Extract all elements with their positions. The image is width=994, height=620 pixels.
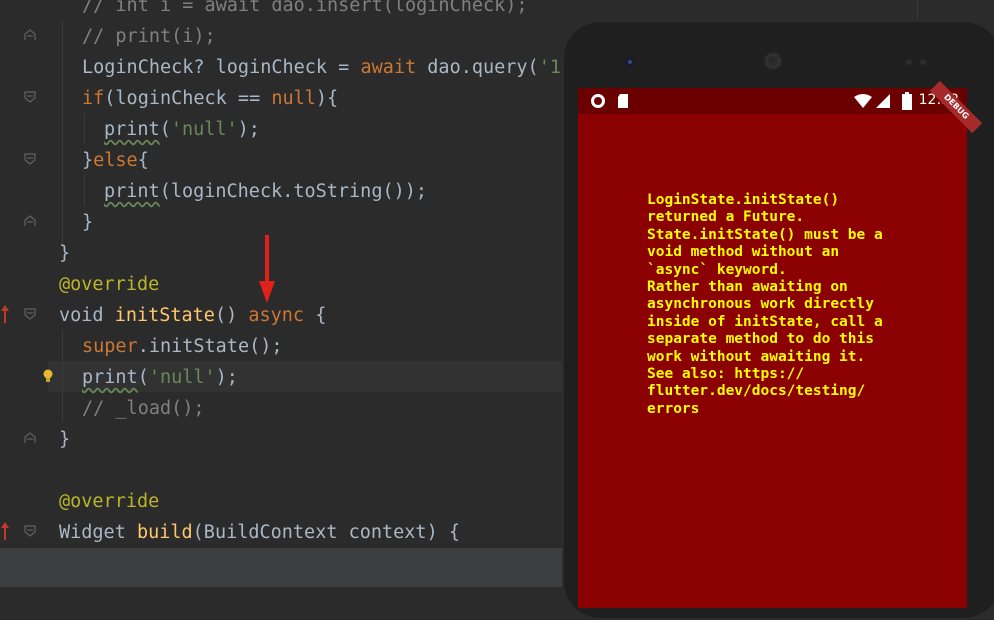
code-token: else	[93, 150, 138, 171]
code-token: }	[82, 150, 94, 171]
code-token: // int i = await dao.insert(loginCheck);	[82, 0, 528, 16]
code-line[interactable]: if(loginCheck == null){	[82, 83, 338, 114]
code-token: super	[82, 336, 138, 357]
code-token: 'null'	[170, 119, 238, 140]
battery-icon	[902, 92, 912, 110]
code-token: (	[137, 367, 149, 388]
code-token: dao.query(	[416, 57, 539, 78]
code-line[interactable]: print('null');	[104, 114, 260, 145]
code-token: build	[136, 522, 193, 543]
record-icon	[591, 94, 605, 108]
editor-gutter	[0, 0, 48, 587]
code-token: {	[137, 150, 149, 171]
code-token: }	[59, 243, 71, 264]
code-line[interactable]: @override	[59, 486, 159, 517]
wifi-icon	[854, 94, 872, 108]
code-token: // print(i);	[82, 26, 216, 47]
code-line[interactable]: Widget build(BuildContext context) {	[59, 517, 460, 548]
fold-start-icon[interactable]	[24, 153, 36, 165]
status-bar: 12:32	[578, 88, 967, 114]
code-line[interactable]: }else{	[82, 145, 149, 176]
fold-end-icon[interactable]	[24, 215, 36, 227]
code-line[interactable]: }	[59, 424, 70, 455]
code-line[interactable]: // print(i);	[82, 21, 216, 52]
code-token: (	[159, 119, 171, 140]
indent-guide	[62, 20, 63, 246]
sd-card-icon	[618, 94, 628, 108]
fold-end-icon[interactable]	[24, 29, 36, 41]
code-token: {	[304, 305, 327, 326]
code-line[interactable]: // int i = await dao.insert(loginCheck);	[82, 0, 528, 21]
code-token: .initState();	[137, 336, 283, 357]
indent-guide	[84, 175, 85, 206]
red-arrow-annotation	[259, 235, 275, 303]
code-token: print	[104, 119, 160, 140]
code-line[interactable]: }	[82, 207, 93, 238]
fold-start-icon[interactable]	[24, 525, 36, 537]
code-line[interactable]: }	[59, 238, 70, 269]
signal-icon	[876, 94, 890, 108]
code-token: // _load();	[82, 398, 205, 419]
code-token: @override	[59, 491, 160, 512]
code-token: null	[271, 88, 316, 109]
code-line[interactable]: LoginCheck? loginCheck = await dao.query…	[82, 52, 572, 83]
code-token: (loginCheck.toString());	[159, 181, 428, 202]
code-token: Widget	[59, 522, 137, 543]
code-token: void	[59, 305, 115, 326]
code-line[interactable]: print('null');	[82, 362, 238, 393]
code-token: async	[248, 305, 305, 326]
code-token: }	[82, 212, 94, 233]
code-token: 'null'	[148, 367, 216, 388]
override-up-arrow-icon[interactable]	[0, 304, 10, 324]
code-token: ()	[214, 305, 249, 326]
code-token: (loginCheck ==	[104, 88, 272, 109]
code-line[interactable]: // _load();	[82, 393, 205, 424]
code-token: LoginCheck? loginCheck =	[82, 57, 361, 78]
code-token: print	[104, 181, 160, 202]
fold-end-icon[interactable]	[24, 432, 36, 444]
code-token: await	[360, 57, 417, 78]
indent-guide	[62, 330, 63, 422]
sensor-icon	[906, 59, 926, 65]
code-token: @override	[59, 274, 160, 295]
code-token: );	[237, 119, 260, 140]
code-line[interactable]: super.initState();	[82, 331, 283, 362]
code-token: if	[82, 88, 105, 109]
error-message: LoginState.initState() returned a Future…	[647, 192, 883, 417]
fold-start-icon[interactable]	[24, 308, 36, 320]
code-line[interactable]: void initState() async {	[59, 300, 326, 331]
code-token: initState	[114, 305, 215, 326]
indent-guide	[84, 113, 85, 144]
code-token: (BuildContext context) {	[192, 522, 460, 543]
fold-start-icon[interactable]	[24, 91, 36, 103]
code-line[interactable]: print(loginCheck.toString());	[104, 176, 427, 207]
code-token: );	[215, 367, 238, 388]
code-token: print	[82, 367, 138, 388]
lightbulb-icon[interactable]	[42, 368, 54, 384]
override-up-arrow-icon[interactable]	[0, 521, 10, 541]
code-line[interactable]: @override	[59, 269, 159, 300]
code-token: ){	[315, 88, 339, 109]
code-token: }	[59, 429, 71, 450]
speaker-grille-icon	[764, 52, 782, 70]
front-camera-icon	[625, 57, 635, 67]
